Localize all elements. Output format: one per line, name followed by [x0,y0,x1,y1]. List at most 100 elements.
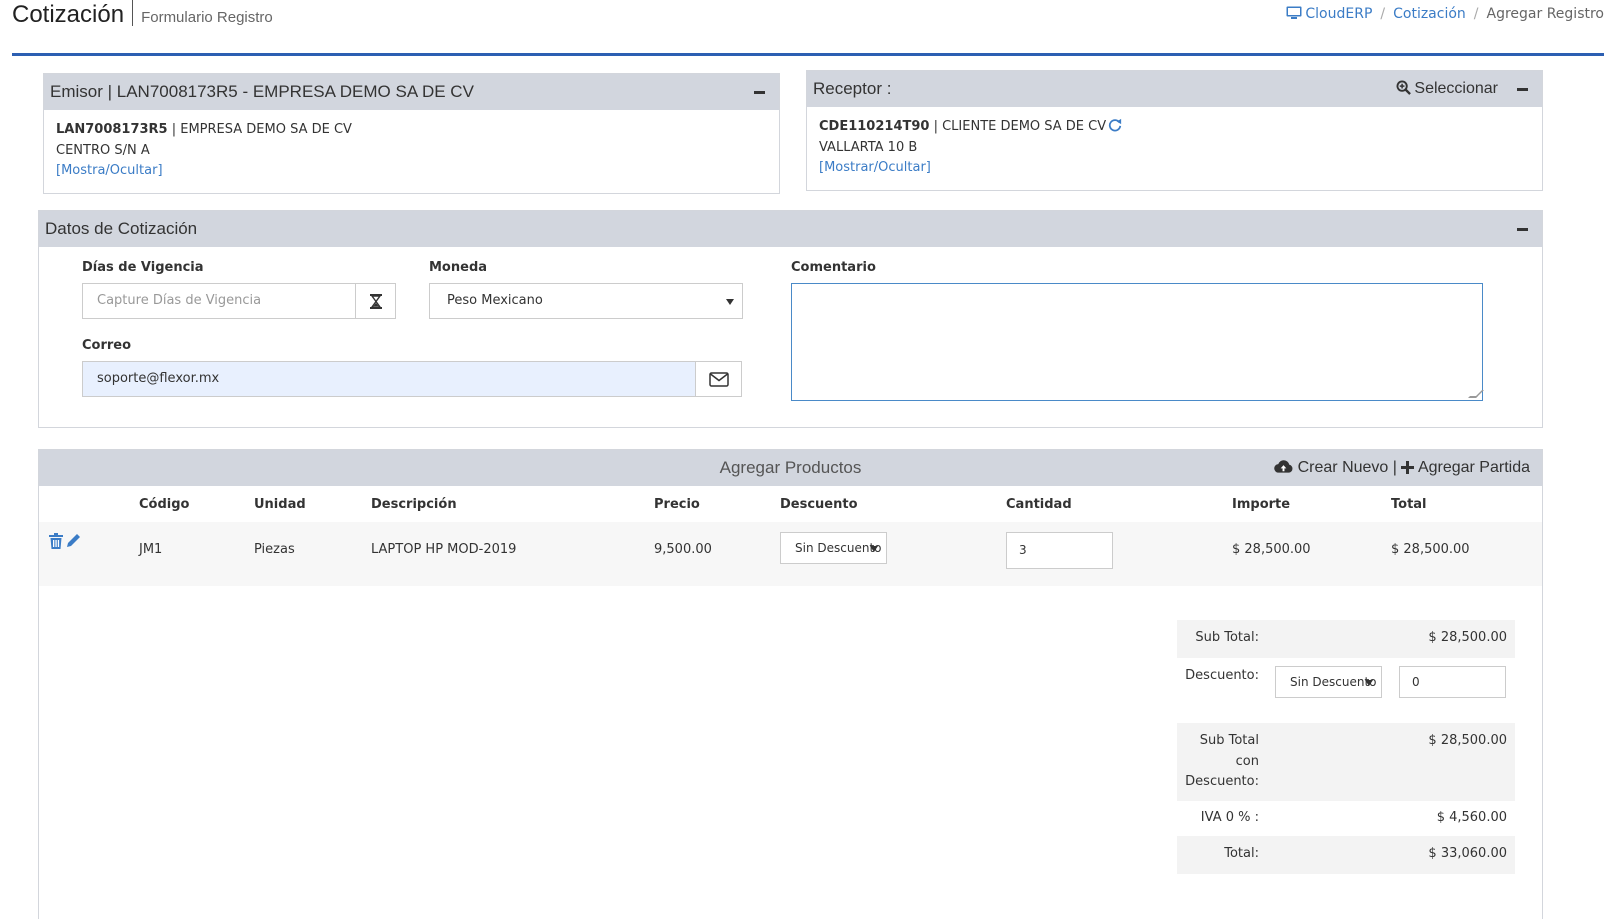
emisor-name: | EMPRESA DEMO SA DE CV [167,122,352,137]
comentario-textarea[interactable] [791,283,1484,401]
descuento-row: Descuento: Sin Descuento 0 [1177,658,1515,720]
receptor-name: | CLIENTE DEMO SA DE CV [929,119,1107,134]
row-precio: 9,500.00 [654,542,712,557]
seleccionar-button[interactable]: Seleccionar [1396,71,1498,107]
receptor-address: VALLARTA 10 B [819,139,918,155]
emisor-toggle-link[interactable]: [Mostra/Ocultar] [56,161,767,182]
envelope-icon [708,371,729,387]
page-title: Cotización [12,1,125,28]
collapse-icon[interactable] [1517,228,1528,231]
receptor-panel: Receptor : Seleccionar CDE110214T90 | CL… [806,70,1543,191]
moneda-label: Moneda [429,260,488,275]
receptor-panel-header: Receptor : Seleccionar [807,71,1542,107]
breadcrumb-home-link[interactable]: CloudERP [1305,6,1372,22]
row-importe: $ 28,500.00 [1232,542,1311,557]
breadcrumb: CloudERP / Cotización / Agregar Registro [1286,6,1604,22]
col-cantidad: Cantidad [1006,497,1072,512]
hourglass-icon [369,293,382,309]
total-label: Total: [1224,846,1259,861]
col-importe: Importe [1232,497,1291,512]
productos-actions: Crear Nuevo | Agregar Partida [1274,450,1530,486]
subtotal-row: Sub Total: $ 28,500.00 [1177,620,1515,658]
col-precio: Precio [654,497,700,512]
subtotal-descuento-value: $ 28,500.00 [1428,733,1507,748]
subtotal-value: $ 28,500.00 [1428,630,1507,645]
agregar-partida-label: Agregar Partida [1417,459,1530,476]
datos-title: Datos de Cotización [45,219,198,238]
collapse-icon[interactable] [754,91,765,94]
receptor-toggle-link[interactable]: [Mostrar/Ocultar] [819,158,1530,179]
subtotal-descuento-label-line: Sub Total [1199,733,1259,748]
iva-value: $ 4,560.00 [1436,810,1507,825]
productos-title: Agregar Productos [719,458,862,477]
row-descuento-select[interactable]: Sin Descuento [780,532,887,564]
total-row: Total: $ 33,060.00 [1177,836,1515,874]
row-total: $ 28,500.00 [1391,542,1470,557]
emisor-body: LAN7008173R5 | EMPRESA DEMO SA DE CV CEN… [44,110,779,192]
subtotal-label: Sub Total: [1195,630,1259,645]
crear-nuevo-button[interactable]: Crear Nuevo [1274,459,1388,476]
subtotal-descuento-row: Sub Total con Descuento: $ 28,500.00 [1177,723,1515,801]
col-descripcion: Descripción [371,497,457,512]
collapse-icon[interactable] [1517,88,1528,91]
col-unidad: Unidad [254,497,306,512]
actions-divider: | [1392,459,1397,476]
col-codigo: Código [139,497,190,512]
emisor-panel-header: Emisor | LAN7008173R5 - EMPRESA DEMO SA … [44,74,779,110]
iva-label: IVA 0 % : [1200,810,1259,825]
receptor-title: Receptor : [813,79,892,98]
page-header: Cotización Formulario Registro CloudERP / C… [12,0,1604,56]
desktop-icon [1286,6,1302,19]
vigencia-label: Días de Vigencia [82,260,204,275]
page-subtitle: Formulario Registro [141,9,273,26]
emisor-title: Emisor | LAN7008173R5 - EMPRESA DEMO SA … [50,82,474,101]
breadcrumb-section-link[interactable]: Cotización [1393,6,1466,22]
trash-icon[interactable] [49,533,63,549]
receptor-rfc: CDE110214T90 [819,119,930,134]
row-cantidad-input[interactable]: 3 [1006,532,1113,569]
emisor-address: CENTRO S/N A [56,142,150,158]
total-value: $ 33,060.00 [1428,846,1507,861]
agregar-partida-button[interactable]: Agregar Partida [1401,459,1530,476]
emisor-rfc: LAN7008173R5 [56,122,168,137]
emisor-panel: Emisor | LAN7008173R5 - EMPRESA DEMO SA … [43,73,780,194]
descuento-select-value: Sin Descuento [1290,675,1377,689]
descuento-input[interactable]: 0 [1399,666,1506,698]
datos-panel-header: Datos de Cotización [39,211,1542,247]
cloud-upload-icon [1274,460,1293,473]
receptor-body: CDE110214T90 | CLIENTE DEMO SA DE CV VAL… [807,107,1542,189]
correo-addon[interactable] [695,361,742,397]
correo-label: Correo [82,338,132,353]
subtotal-descuento-label: Sub Total con Descuento: [1169,731,1259,793]
chevron-down-icon [1365,680,1373,686]
chevron-down-icon [726,299,734,305]
row-codigo: JM1 [139,542,163,557]
breadcrumb-separator: / [1380,6,1386,22]
productos-panel-header: Agregar Productos Crear Nuevo | Agregar … [39,450,1542,486]
refresh-icon[interactable] [1108,118,1122,132]
row-descuento-value: Sin Descuento [795,541,882,555]
breadcrumb-current: Agregar Registro [1486,6,1604,22]
moneda-value: Peso Mexicano [447,293,543,308]
resize-grip-icon[interactable] [1468,390,1484,398]
search-plus-icon [1396,80,1412,95]
col-total: Total [1391,497,1427,512]
correo-input[interactable]: soporte@flexor.mx [82,361,696,397]
descuento-select[interactable]: Sin Descuento [1275,666,1382,698]
breadcrumb-separator: / [1473,6,1479,22]
subtotal-descuento-label-line: Descuento: [1185,774,1259,789]
moneda-select[interactable]: Peso Mexicano [429,283,743,319]
pencil-icon[interactable] [66,533,81,548]
page-title-block: Cotización Formulario Registro [12,0,273,29]
productos-panel: Agregar Productos Crear Nuevo | Agregar … [38,449,1543,919]
crear-nuevo-label: Crear Nuevo [1297,459,1389,476]
datos-cotizacion-panel: Datos de Cotización Días de Vigencia Cap… [38,210,1543,428]
row-unidad: Piezas [254,542,295,557]
seleccionar-label: Seleccionar [1414,80,1498,97]
vigencia-addon[interactable] [355,283,396,319]
vigencia-input[interactable]: Capture Días de Vigencia [82,283,356,319]
subtotal-descuento-label-line: con [1235,753,1259,769]
plus-icon [1401,461,1415,474]
descuento-label: Descuento: [1185,668,1259,683]
iva-row: IVA 0 % : $ 4,560.00 [1177,801,1515,836]
